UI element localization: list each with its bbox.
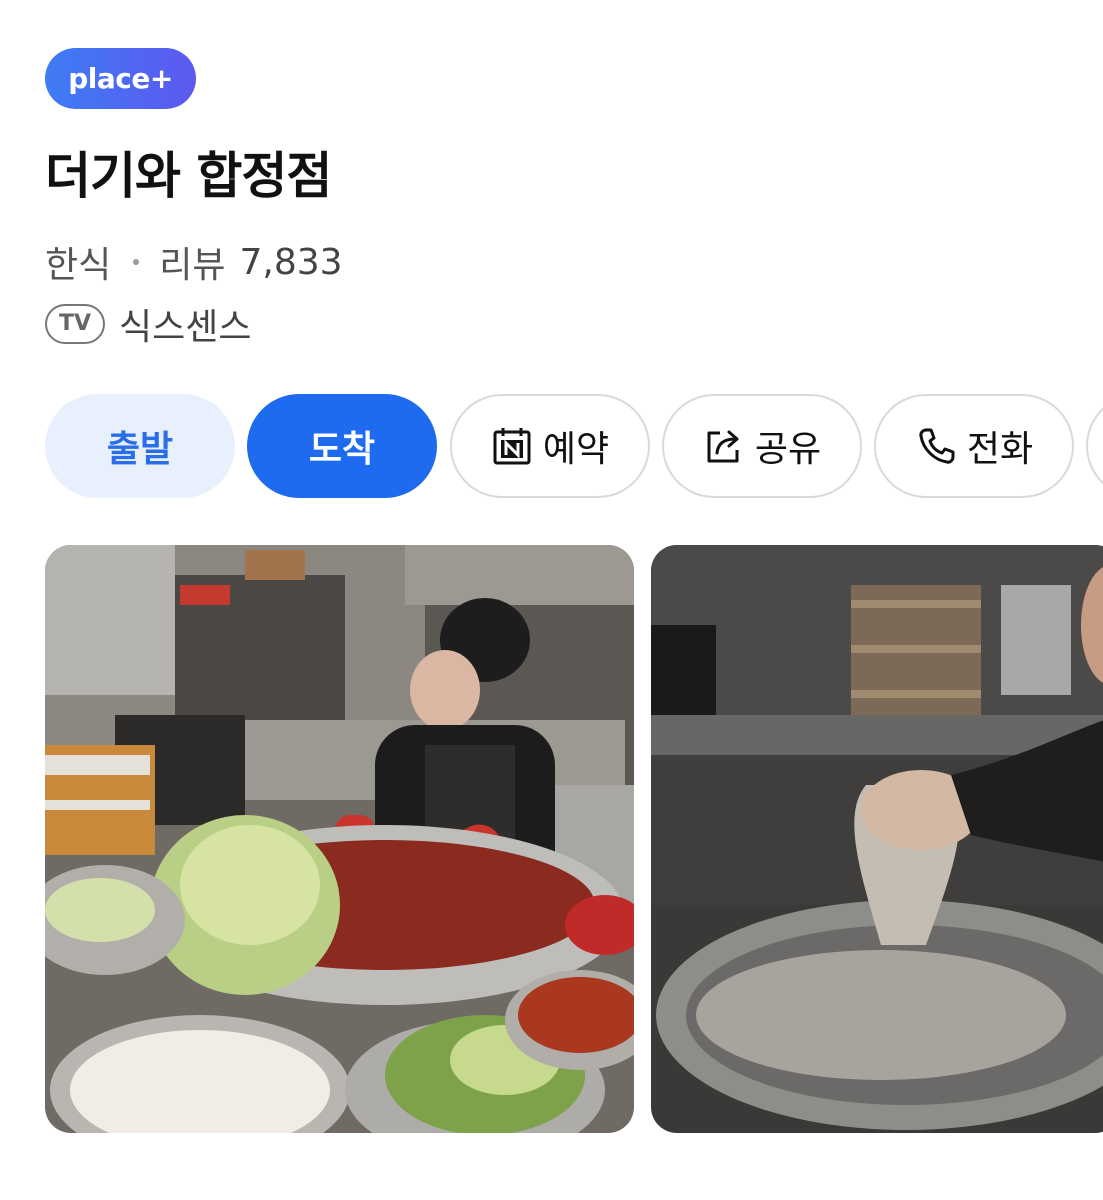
tv-icon: TV (45, 304, 105, 344)
review-label[interactable]: 리뷰 (159, 236, 225, 288)
arrive-button[interactable]: 도착 (247, 394, 437, 498)
more-action-button[interactable] (1086, 394, 1103, 498)
action-buttons-row: 출발 도착 예약 공유 전화 (45, 394, 1103, 498)
depart-button[interactable]: 출발 (45, 394, 235, 498)
photo-octopus-washing[interactable] (651, 545, 1103, 1133)
tv-appearance: TV 식스센스 (45, 298, 251, 350)
share-button[interactable]: 공유 (662, 394, 862, 498)
category-label: 한식 (45, 245, 112, 286)
review-count[interactable]: 7,833 (240, 242, 343, 283)
tv-show-name[interactable]: 식스센스 (119, 298, 251, 350)
naver-calendar-icon (491, 425, 533, 467)
place-title: 더기와 합정점 (45, 147, 332, 205)
reserve-button[interactable]: 예약 (450, 394, 650, 498)
place-meta: 한식 리뷰 7,833 (45, 236, 343, 288)
phone-icon (915, 425, 957, 467)
place-plus-badge: place+ (45, 48, 196, 109)
share-label: 공유 (754, 429, 822, 470)
separator-dot (133, 259, 140, 265)
place-detail-page: place+ 더기와 합정점 한식 리뷰 7,833 TV 식스센스 출발 도착… (0, 0, 1103, 1200)
call-label: 전화 (966, 429, 1034, 470)
reserve-label: 예약 (542, 429, 610, 470)
share-icon (703, 425, 745, 467)
photo-kimchi-preparation[interactable] (45, 545, 634, 1133)
call-button[interactable]: 전화 (874, 394, 1074, 498)
